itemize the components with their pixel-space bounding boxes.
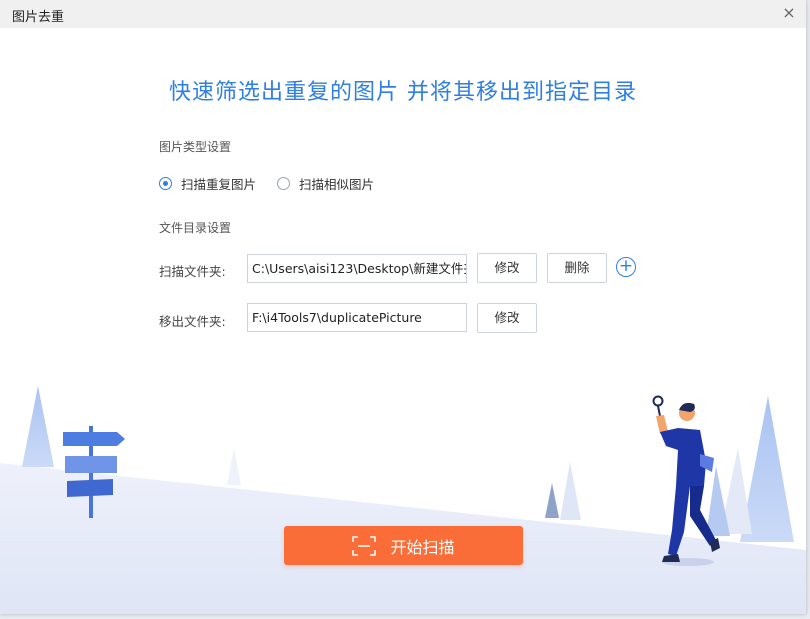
window-title: 图片去重 [12, 10, 65, 25]
start-scan-button[interactable]: 开始扫描 [284, 526, 523, 565]
radio-label: 扫描相似图片 [299, 176, 375, 192]
scan-icon [352, 535, 377, 556]
move-folder-modify-button[interactable]: 修改 [477, 303, 537, 333]
radio-label: 扫描重复图片 [181, 176, 257, 192]
radio-scan-duplicate[interactable]: 扫描重复图片 [159, 174, 256, 192]
start-scan-label: 开始扫描 [390, 537, 455, 557]
title-bar: 图片去重 × [0, 0, 806, 28]
folder-section-label: 文件目录设置 [159, 221, 232, 235]
scan-folder-delete-button[interactable]: 删除 [547, 253, 607, 283]
scan-folder-modify-button[interactable]: 修改 [477, 253, 537, 283]
scan-folder-label: 扫描文件夹: [159, 264, 226, 279]
move-folder-input[interactable]: F:\i4Tools7\duplicatePicture [247, 303, 467, 332]
close-icon[interactable]: × [780, 4, 798, 22]
radio-unchecked-icon [277, 176, 290, 190]
scan-folder-input[interactable]: C:\Users\aisi123\Desktop\新建文件夹 [247, 254, 467, 283]
page-headline: 快速筛选出重复的图片 并将其移出到指定目录 [169, 80, 637, 105]
background-illustration [0, 386, 806, 614]
add-icon[interactable]: + [616, 257, 636, 277]
dedupe-window: 图片去重 × 快速筛选出重复的图片 并将其移出到指定目录 图片类型设置 扫描重复… [0, 0, 806, 614]
move-folder-label: 移出文件夹: [159, 314, 226, 329]
image-type-section-label: 图片类型设置 [159, 140, 232, 154]
radio-scan-similar[interactable]: 扫描相似图片 [277, 174, 374, 192]
radio-checked-icon [159, 176, 172, 190]
